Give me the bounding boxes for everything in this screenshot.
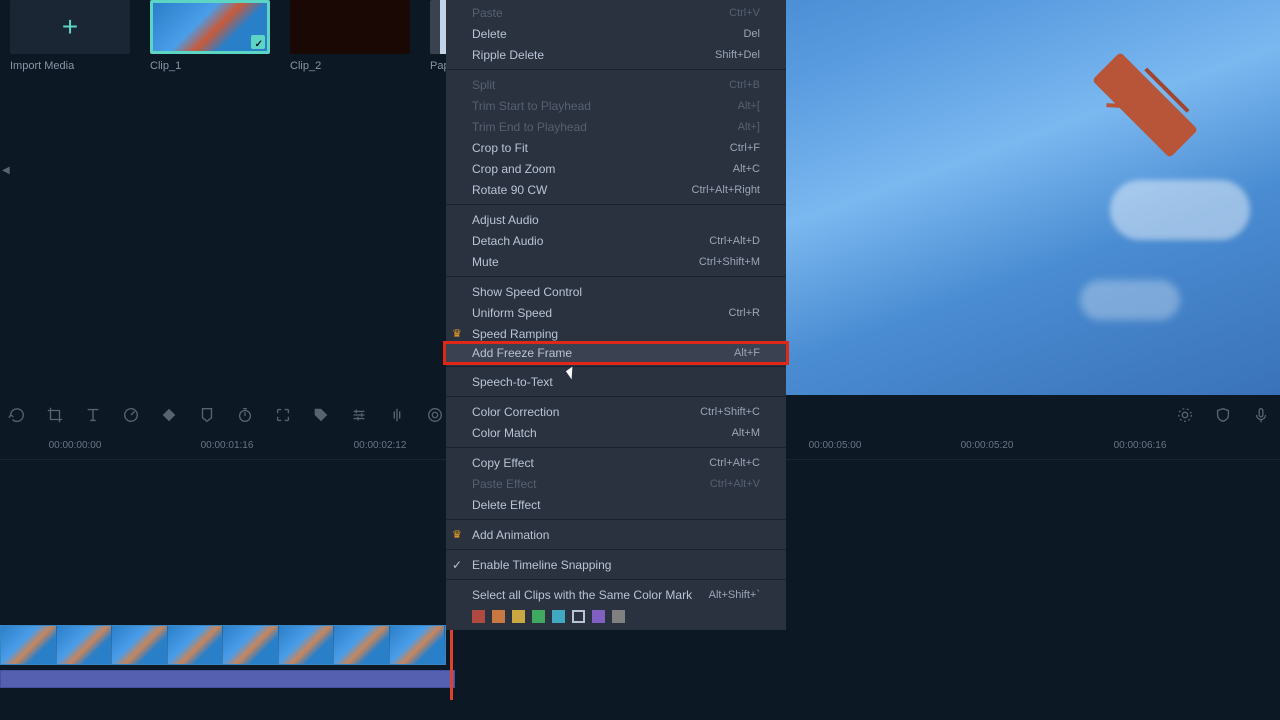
clip2-thumbnail[interactable] xyxy=(290,0,410,54)
menu-detach-audio[interactable]: Detach AudioCtrl+Alt+D xyxy=(446,230,786,251)
playhead[interactable] xyxy=(450,625,453,700)
text-icon[interactable] xyxy=(84,406,102,424)
clip1-label: Clip_1 xyxy=(150,60,270,72)
menu-trim-end: Trim End to PlayheadAlt+] xyxy=(446,116,786,137)
color-mark-row xyxy=(446,605,786,628)
menu-rotate[interactable]: Rotate 90 CWCtrl+Alt+Right xyxy=(446,179,786,200)
media-panel: + Import Media Clip_1 Clip_2 Pap ◀ xyxy=(0,0,446,395)
mouse-cursor xyxy=(568,368,580,384)
video-clip-track[interactable] xyxy=(0,625,446,665)
color-mark-gray[interactable] xyxy=(612,610,625,623)
check-icon: ✓ xyxy=(452,558,466,572)
shield-icon[interactable] xyxy=(1214,406,1232,424)
import-label: Import Media xyxy=(10,60,130,72)
clip2-label: Clip_2 xyxy=(290,60,410,72)
color-mark-orange[interactable] xyxy=(492,610,505,623)
menu-add-freeze-frame[interactable]: Add Freeze FrameAlt+F xyxy=(443,341,789,365)
preview-content xyxy=(1092,52,1198,158)
audio-track[interactable] xyxy=(0,670,455,688)
menu-crop-fit[interactable]: Crop to FitCtrl+F xyxy=(446,137,786,158)
plus-icon: + xyxy=(62,11,78,43)
adjust-icon[interactable] xyxy=(350,406,368,424)
menu-split: SplitCtrl+B xyxy=(446,74,786,95)
menu-uniform-speed[interactable]: Uniform SpeedCtrl+R xyxy=(446,302,786,323)
crown-icon: ♛ xyxy=(452,528,466,542)
time-mark: 00:00:05:20 xyxy=(961,440,1014,451)
undo-icon[interactable] xyxy=(8,406,26,424)
crown-icon: ♛ xyxy=(452,327,466,341)
menu-color-match[interactable]: Color MatchAlt+M xyxy=(446,422,786,443)
time-mark: 00:00:05:00 xyxy=(809,440,862,451)
color-mark-teal[interactable] xyxy=(552,610,565,623)
mic-icon[interactable] xyxy=(1252,406,1270,424)
menu-paste: PasteCtrl+V xyxy=(446,2,786,23)
audio-icon[interactable] xyxy=(388,406,406,424)
settings-icon[interactable] xyxy=(1176,406,1194,424)
timer-icon[interactable] xyxy=(236,406,254,424)
time-mark: 00:00:02:12 xyxy=(354,440,407,451)
menu-select-color-mark[interactable]: Select all Clips with the Same Color Mar… xyxy=(446,584,786,605)
tag-icon[interactable] xyxy=(312,406,330,424)
context-menu: PasteCtrl+V DeleteDel Ripple DeleteShift… xyxy=(446,0,786,630)
menu-add-animation[interactable]: ♛Add Animation xyxy=(446,524,786,545)
menu-crop-zoom[interactable]: Crop and ZoomAlt+C xyxy=(446,158,786,179)
keyframe-icon[interactable] xyxy=(160,406,178,424)
time-mark: 00:00:00:00 xyxy=(49,440,102,451)
time-mark: 00:00:01:16 xyxy=(201,440,254,451)
time-mark: 00:00:06:16 xyxy=(1114,440,1167,451)
color-mark-red[interactable] xyxy=(472,610,485,623)
marker-icon[interactable] xyxy=(198,406,216,424)
menu-delete[interactable]: DeleteDel xyxy=(446,23,786,44)
menu-color-correction[interactable]: Color CorrectionCtrl+Shift+C xyxy=(446,401,786,422)
menu-enable-snapping[interactable]: ✓Enable Timeline Snapping xyxy=(446,554,786,575)
color-mark-yellow[interactable] xyxy=(512,610,525,623)
menu-show-speed[interactable]: Show Speed Control xyxy=(446,281,786,302)
import-media-button[interactable]: + Import Media xyxy=(10,0,130,72)
media-clip-2[interactable]: Clip_2 xyxy=(290,0,410,72)
media-clip-1[interactable]: Clip_1 xyxy=(150,0,270,72)
color-icon[interactable] xyxy=(426,406,444,424)
menu-adjust-audio[interactable]: Adjust Audio xyxy=(446,209,786,230)
expand-icon[interactable] xyxy=(274,406,292,424)
menu-mute[interactable]: MuteCtrl+Shift+M xyxy=(446,251,786,272)
clip1-thumbnail[interactable] xyxy=(150,0,270,54)
menu-ripple-delete[interactable]: Ripple DeleteShift+Del xyxy=(446,44,786,65)
collapse-arrow-icon[interactable]: ◀ xyxy=(2,165,10,176)
color-mark-blue[interactable] xyxy=(572,610,585,623)
menu-delete-effect[interactable]: Delete Effect xyxy=(446,494,786,515)
speed-icon[interactable] xyxy=(122,406,140,424)
menu-copy-effect[interactable]: Copy EffectCtrl+Alt+C xyxy=(446,452,786,473)
menu-paste-effect: Paste EffectCtrl+Alt+V xyxy=(446,473,786,494)
color-mark-green[interactable] xyxy=(532,610,545,623)
color-mark-purple[interactable] xyxy=(592,610,605,623)
crop-icon[interactable] xyxy=(46,406,64,424)
menu-speech-to-text[interactable]: Speech-to-Text xyxy=(446,371,786,392)
menu-trim-start: Trim Start to PlayheadAlt+[ xyxy=(446,95,786,116)
